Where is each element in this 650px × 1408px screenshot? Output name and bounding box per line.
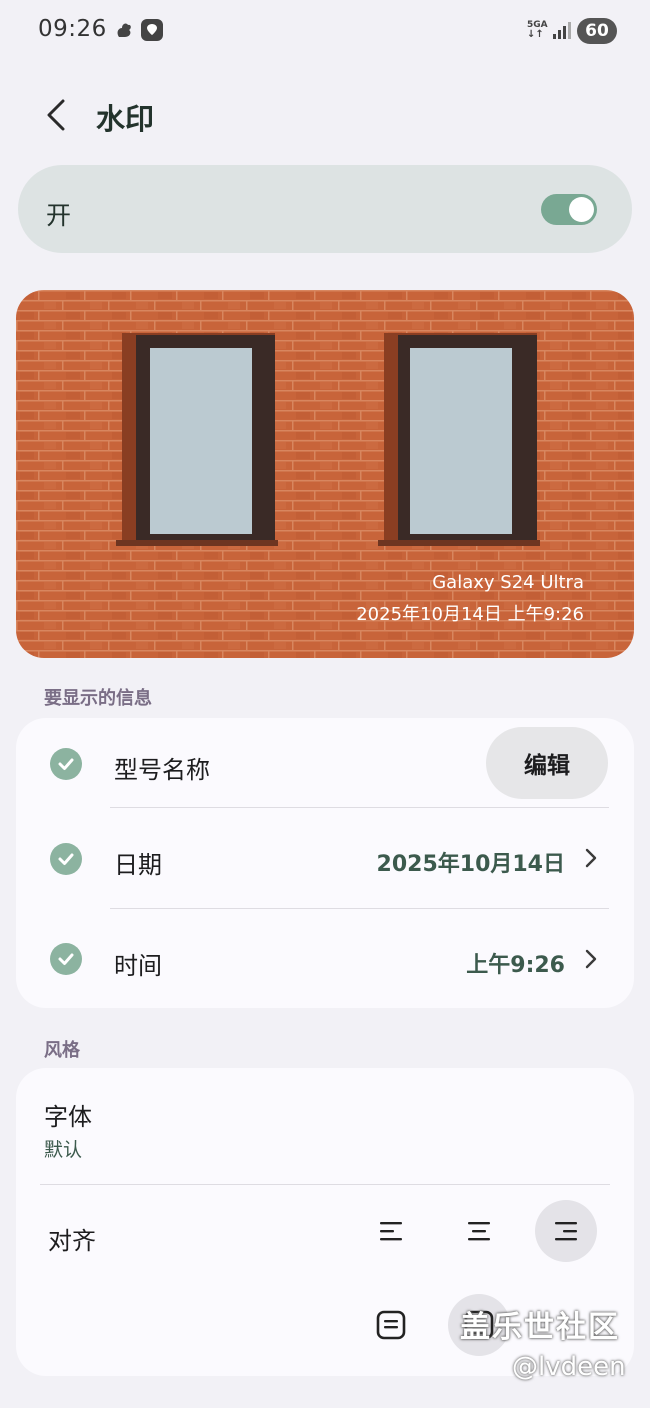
chevron-left-icon xyxy=(47,99,65,131)
chevron-right-icon xyxy=(584,847,598,873)
status-time: 09:26 xyxy=(38,16,107,42)
page-title: 水印 xyxy=(96,102,155,136)
check-icon xyxy=(58,853,74,865)
model-name-checkbox[interactable] xyxy=(50,748,82,780)
align-right-icon xyxy=(555,1222,577,1241)
back-button[interactable] xyxy=(36,92,76,138)
squirrel-app-icon xyxy=(112,18,136,42)
date-label: 日期 xyxy=(114,851,162,879)
preview-date-text: 2025年10月14日 上午9:26 xyxy=(356,604,584,625)
forum-watermark: 盖乐世社区 xyxy=(460,1310,620,1345)
master-toggle-row[interactable] xyxy=(18,165,632,253)
chevron-right-icon xyxy=(584,948,598,974)
info-section-title: 要显示的信息 xyxy=(44,688,152,709)
network-type: 5GA ↓↑ xyxy=(527,20,548,40)
align-left-icon xyxy=(380,1222,402,1241)
time-checkbox[interactable] xyxy=(50,943,82,975)
box-bottom-icon xyxy=(376,1310,406,1340)
model-name-label: 型号名称 xyxy=(114,756,210,784)
font-value: 默认 xyxy=(44,1139,83,1161)
position-bottom-button[interactable] xyxy=(360,1294,422,1356)
check-icon xyxy=(58,953,74,965)
align-center-icon xyxy=(468,1222,490,1241)
align-label: 对齐 xyxy=(48,1227,96,1255)
time-label: 时间 xyxy=(114,952,162,980)
preview-model-text: Galaxy S24 Ultra xyxy=(432,572,584,593)
font-row[interactable] xyxy=(16,1068,634,1184)
date-value: 2025年10月14日 xyxy=(376,852,565,877)
check-icon xyxy=(58,758,74,770)
battery-indicator: 60 xyxy=(577,18,617,44)
align-right-button[interactable] xyxy=(535,1200,597,1262)
time-value: 上午9:26 xyxy=(466,953,565,978)
signal-icon xyxy=(552,20,572,44)
align-center-button[interactable] xyxy=(448,1200,510,1262)
divider xyxy=(40,1184,610,1185)
toggle-knob xyxy=(569,197,594,222)
shield-app-icon xyxy=(140,18,164,42)
edit-button[interactable]: 编辑 xyxy=(486,727,608,799)
date-checkbox[interactable] xyxy=(50,843,82,875)
style-section-title: 风格 xyxy=(44,1040,80,1061)
font-label: 字体 xyxy=(44,1103,92,1131)
handle-watermark: @lvdeen xyxy=(512,1352,626,1382)
master-toggle-label: 开 xyxy=(46,201,72,230)
align-left-button[interactable] xyxy=(360,1200,422,1262)
